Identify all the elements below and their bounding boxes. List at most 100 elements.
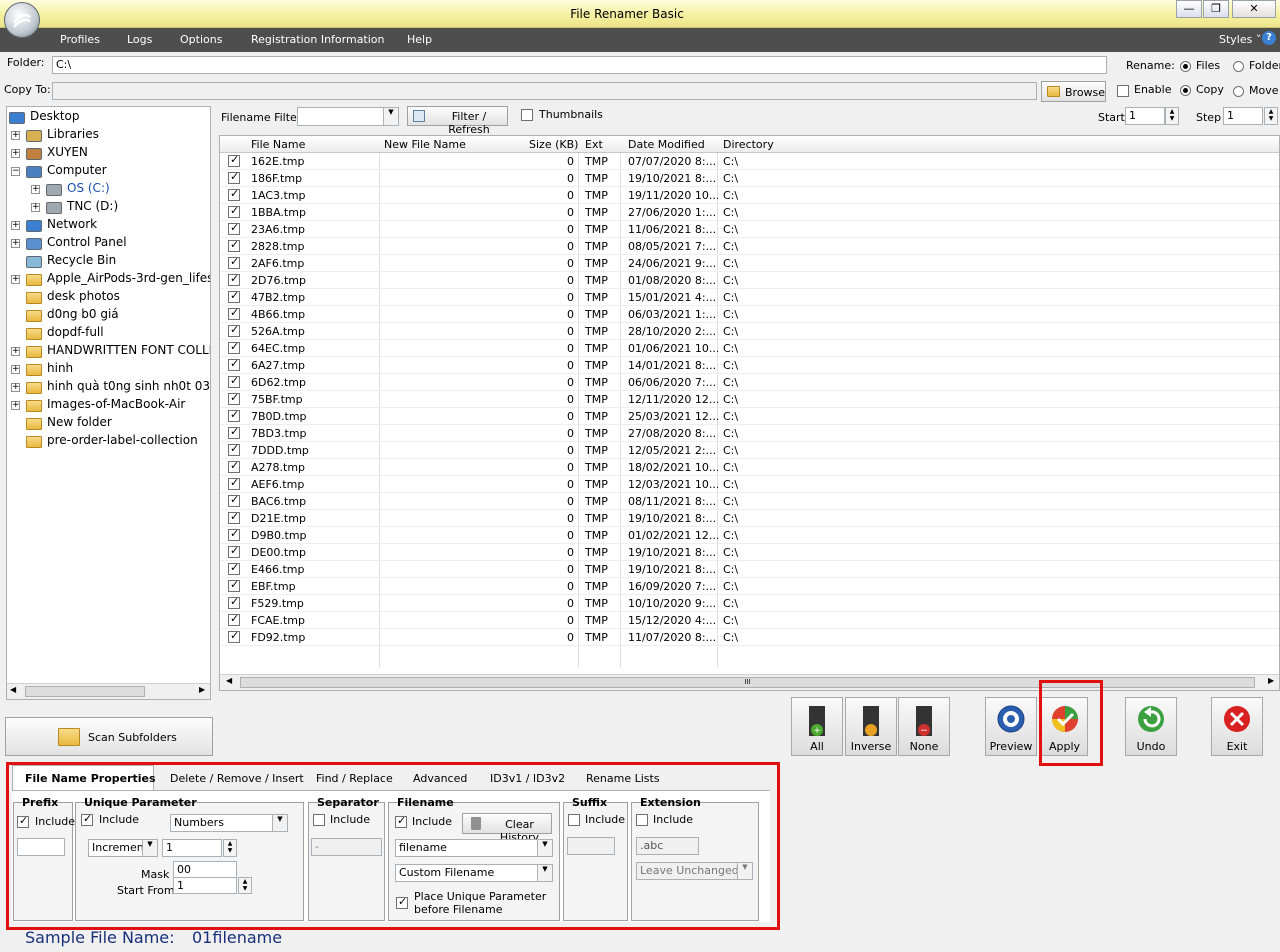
row-checkbox[interactable] [228,561,240,575]
row-checkbox[interactable] [228,476,240,490]
table-row[interactable]: 6A27.tmp 0 TMP 14/01/2021 8:... C:\ [220,357,1279,374]
table-row[interactable]: 7DDD.tmp 0 TMP 12/05/2021 2:... C:\ [220,442,1279,459]
help-icon[interactable]: ? [1262,31,1276,45]
filename-filter-select[interactable]: ▼ [297,107,399,126]
preview-button[interactable]: Preview [985,697,1037,756]
row-checkbox[interactable] [228,612,240,626]
table-row[interactable]: 6D62.tmp 0 TMP 06/06/2020 7:... C:\ [220,374,1279,391]
expand-icon[interactable]: + [11,131,20,140]
expand-icon[interactable]: + [11,347,20,356]
tree-node[interactable]: + Images-of-MacBook-Air [7,397,210,415]
expand-icon[interactable]: + [31,185,40,194]
row-checkbox[interactable] [228,221,240,235]
column-date-modified[interactable]: Date Modified [628,138,705,151]
minimize-button[interactable]: — [1176,0,1202,18]
table-row[interactable]: BAC6.tmp 0 TMP 08/11/2021 8:... C:\ [220,493,1279,510]
row-checkbox[interactable] [228,595,240,609]
tree-node[interactable]: desk photos [7,289,210,307]
table-row[interactable]: D21E.tmp 0 TMP 19/10/2021 8:... C:\ [220,510,1279,527]
table-row[interactable]: AEF6.tmp 0 TMP 12/03/2021 10... C:\ [220,476,1279,493]
filter-refresh-button[interactable]: Filter / Refresh [407,106,508,136]
tree-node[interactable]: + Libraries [7,127,210,145]
table-row[interactable]: 2AF6.tmp 0 TMP 24/06/2021 9:... C:\ [220,255,1279,272]
row-checkbox[interactable] [228,527,240,541]
row-checkbox[interactable] [228,187,240,201]
tree-node[interactable]: dopdf-full [7,325,210,343]
browse-button[interactable]: Browse [1041,81,1106,102]
table-row[interactable]: EBF.tmp 0 TMP 16/09/2020 7:... C:\ [220,578,1279,595]
row-checkbox[interactable] [228,544,240,558]
expand-icon[interactable]: + [11,401,20,410]
tree-node[interactable]: Desktop [7,109,210,127]
restore-button[interactable]: ❐ [1203,0,1229,18]
column-size[interactable]: Size (KB) [529,138,578,151]
rename-folders-radio[interactable] [1233,61,1244,72]
undo-button[interactable]: Undo [1125,697,1177,756]
tree-node[interactable]: + hinh [7,361,210,379]
table-row[interactable]: 75BF.tmp 0 TMP 12/11/2020 12... C:\ [220,391,1279,408]
start-input[interactable]: 1 [1125,107,1165,125]
table-row[interactable]: DE00.tmp 0 TMP 19/10/2021 8:... C:\ [220,544,1279,561]
select-all-button[interactable]: + All [791,697,843,756]
table-row[interactable]: D9B0.tmp 0 TMP 01/02/2021 12... C:\ [220,527,1279,544]
tree-node[interactable]: d0ng b0 giá [7,307,210,325]
row-checkbox[interactable] [228,170,240,184]
table-row[interactable]: 23A6.tmp 0 TMP 11/06/2021 8:... C:\ [220,221,1279,238]
row-checkbox[interactable] [228,391,240,405]
row-checkbox[interactable] [228,459,240,473]
expand-icon[interactable]: + [11,365,20,374]
tree-node[interactable]: − Computer [7,163,210,181]
row-checkbox[interactable] [228,255,240,269]
table-row[interactable]: 162E.tmp 0 TMP 07/07/2020 8:... C:\ [220,153,1279,170]
menu-profiles[interactable]: Profiles [60,33,100,46]
close-window-button[interactable]: ✕ [1232,0,1276,18]
expand-icon[interactable]: + [11,221,20,230]
column-new-file-name[interactable]: New File Name [384,138,466,151]
menu-help[interactable]: Help [407,33,432,46]
inverse-selection-button[interactable]: Inverse [845,697,897,756]
tree-horizontal-scrollbar[interactable]: ◀ ▶ [7,683,210,699]
row-checkbox[interactable] [228,204,240,218]
select-none-button[interactable]: − None [898,697,950,756]
table-row[interactable]: 2828.tmp 0 TMP 08/05/2021 7:... C:\ [220,238,1279,255]
table-row[interactable]: 4B66.tmp 0 TMP 06/03/2021 1:... C:\ [220,306,1279,323]
table-row[interactable]: 47B2.tmp 0 TMP 15/01/2021 4:... C:\ [220,289,1279,306]
expand-icon[interactable]: + [11,239,20,248]
expand-icon[interactable]: + [31,203,40,212]
folder-input[interactable]: C:\ [52,56,1107,74]
tree-node[interactable]: + Network [7,217,210,235]
step-spinner[interactable]: ▲ ▼ [1264,107,1278,125]
move-radio[interactable] [1233,86,1244,97]
copy-to-input[interactable] [52,82,1037,100]
step-input[interactable]: 1 [1223,107,1263,125]
tree-scroll-thumb[interactable] [25,686,145,697]
row-checkbox[interactable] [228,425,240,439]
scan-subfolders-button[interactable]: Scan Subfolders [5,717,213,756]
row-checkbox[interactable] [228,153,240,167]
file-grid[interactable]: File Name New File Name Size (KB) Ext Da… [219,135,1280,691]
tree-node[interactable]: + XUYEN [7,145,210,163]
copy-radio[interactable] [1180,85,1191,96]
app-logo-icon[interactable] [4,2,40,38]
table-row[interactable]: 1BBA.tmp 0 TMP 27/06/2020 1:... C:\ [220,204,1279,221]
tree-node[interactable]: Recycle Bin [7,253,210,271]
table-row[interactable]: A278.tmp 0 TMP 18/02/2021 10... C:\ [220,459,1279,476]
table-row[interactable]: 7B0D.tmp 0 TMP 25/03/2021 12... C:\ [220,408,1279,425]
table-row[interactable]: FD92.tmp 0 TMP 11/07/2020 8:... C:\ [220,629,1279,646]
tree-node[interactable]: + OS (C:) [7,181,210,199]
tree-node[interactable]: + Apple_AirPods-3rd-gen_lifestyl [7,271,210,289]
grid-horizontal-scrollbar[interactable]: ◀ III ▶ [220,674,1279,690]
row-checkbox[interactable] [228,629,240,643]
row-checkbox[interactable] [228,374,240,388]
table-row[interactable]: 1AC3.tmp 0 TMP 19/11/2020 10... C:\ [220,187,1279,204]
enable-checkbox[interactable] [1117,85,1129,97]
start-spinner[interactable]: ▲ ▼ [1165,107,1179,125]
tree-node[interactable]: + hinh quà t0ng sinh nh0t 03-202 [7,379,210,397]
menu-logs[interactable]: Logs [127,33,152,46]
row-checkbox[interactable] [228,272,240,286]
row-checkbox[interactable] [228,357,240,371]
styles-menu[interactable]: Styles ˅ [1219,33,1261,46]
expand-icon[interactable]: + [11,149,20,158]
menu-options[interactable]: Options [180,33,222,46]
menu-registration-information[interactable]: Registration Information [251,33,385,46]
